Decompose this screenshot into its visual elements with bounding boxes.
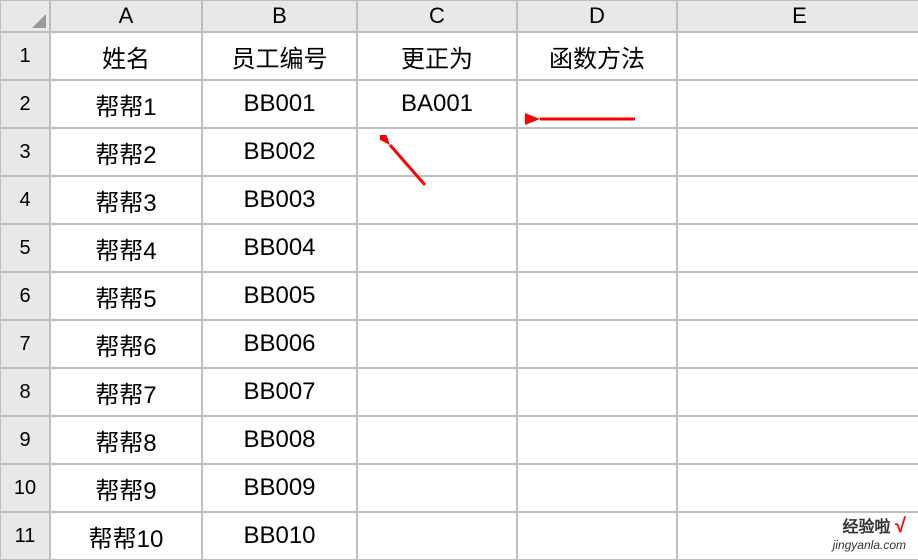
row-header-2[interactable]: 2 bbox=[0, 80, 50, 128]
cell-C2[interactable]: BA001 bbox=[357, 80, 517, 128]
watermark-url: jingyanla.com bbox=[833, 538, 906, 552]
cell-C6[interactable] bbox=[357, 272, 517, 320]
cell-D8[interactable] bbox=[517, 368, 677, 416]
cell-A8[interactable]: 帮帮7 bbox=[50, 368, 202, 416]
cell-C10[interactable] bbox=[357, 464, 517, 512]
cell-C9[interactable] bbox=[357, 416, 517, 464]
column-header-C[interactable]: C bbox=[357, 0, 517, 32]
cell-A7[interactable]: 帮帮6 bbox=[50, 320, 202, 368]
cell-A5[interactable]: 帮帮4 bbox=[50, 224, 202, 272]
cell-D4[interactable] bbox=[517, 176, 677, 224]
cell-B5[interactable]: BB004 bbox=[202, 224, 357, 272]
column-header-B[interactable]: B bbox=[202, 0, 357, 32]
watermark: 经验啦 √ jingyanla.com bbox=[833, 513, 906, 552]
row-header-3[interactable]: 3 bbox=[0, 128, 50, 176]
cell-B2[interactable]: BB001 bbox=[202, 80, 357, 128]
cell-A2[interactable]: 帮帮1 bbox=[50, 80, 202, 128]
cell-C4[interactable] bbox=[357, 176, 517, 224]
cell-A11[interactable]: 帮帮10 bbox=[50, 512, 202, 560]
cell-E2[interactable] bbox=[677, 80, 918, 128]
row-header-5[interactable]: 5 bbox=[0, 224, 50, 272]
cell-E3[interactable] bbox=[677, 128, 918, 176]
cell-A4[interactable]: 帮帮3 bbox=[50, 176, 202, 224]
cell-C8[interactable] bbox=[357, 368, 517, 416]
cell-E4[interactable] bbox=[677, 176, 918, 224]
row-header-8[interactable]: 8 bbox=[0, 368, 50, 416]
cell-B10[interactable]: BB009 bbox=[202, 464, 357, 512]
cell-B3[interactable]: BB002 bbox=[202, 128, 357, 176]
cell-E6[interactable] bbox=[677, 272, 918, 320]
row-header-9[interactable]: 9 bbox=[0, 416, 50, 464]
cell-B9[interactable]: BB008 bbox=[202, 416, 357, 464]
column-header-D[interactable]: D bbox=[517, 0, 677, 32]
row-header-6[interactable]: 6 bbox=[0, 272, 50, 320]
cell-A9[interactable]: 帮帮8 bbox=[50, 416, 202, 464]
cell-B8[interactable]: BB007 bbox=[202, 368, 357, 416]
corner-triangle-icon bbox=[32, 14, 46, 28]
row-header-7[interactable]: 7 bbox=[0, 320, 50, 368]
cell-D1[interactable]: 函数方法 bbox=[517, 32, 677, 80]
cell-D7[interactable] bbox=[517, 320, 677, 368]
cell-B6[interactable]: BB005 bbox=[202, 272, 357, 320]
cell-A10[interactable]: 帮帮9 bbox=[50, 464, 202, 512]
cell-D6[interactable] bbox=[517, 272, 677, 320]
cell-D3[interactable] bbox=[517, 128, 677, 176]
cell-D5[interactable] bbox=[517, 224, 677, 272]
cell-E5[interactable] bbox=[677, 224, 918, 272]
cell-B4[interactable]: BB003 bbox=[202, 176, 357, 224]
cell-C7[interactable] bbox=[357, 320, 517, 368]
cell-E1[interactable] bbox=[677, 32, 918, 80]
cell-D11[interactable] bbox=[517, 512, 677, 560]
cell-E7[interactable] bbox=[677, 320, 918, 368]
row-header-1[interactable]: 1 bbox=[0, 32, 50, 80]
cell-D10[interactable] bbox=[517, 464, 677, 512]
cell-C5[interactable] bbox=[357, 224, 517, 272]
cell-B7[interactable]: BB006 bbox=[202, 320, 357, 368]
watermark-title: 经验啦 √ bbox=[833, 513, 906, 538]
cell-D9[interactable] bbox=[517, 416, 677, 464]
cell-A1[interactable]: 姓名 bbox=[50, 32, 202, 80]
cell-E9[interactable] bbox=[677, 416, 918, 464]
row-header-10[interactable]: 10 bbox=[0, 464, 50, 512]
cell-B1[interactable]: 员工编号 bbox=[202, 32, 357, 80]
cell-C3[interactable] bbox=[357, 128, 517, 176]
spreadsheet-grid: A B C D E 1 姓名 员工编号 更正为 函数方法 2 帮帮1 BB001… bbox=[0, 0, 918, 560]
column-header-E[interactable]: E bbox=[677, 0, 918, 32]
cell-C11[interactable] bbox=[357, 512, 517, 560]
cell-E8[interactable] bbox=[677, 368, 918, 416]
cell-B11[interactable]: BB010 bbox=[202, 512, 357, 560]
cell-E10[interactable] bbox=[677, 464, 918, 512]
cell-A3[interactable]: 帮帮2 bbox=[50, 128, 202, 176]
row-header-11[interactable]: 11 bbox=[0, 512, 50, 560]
checkmark-icon: √ bbox=[895, 515, 906, 537]
cell-D2[interactable] bbox=[517, 80, 677, 128]
select-all-corner[interactable] bbox=[0, 0, 50, 32]
cell-C1[interactable]: 更正为 bbox=[357, 32, 517, 80]
cell-A6[interactable]: 帮帮5 bbox=[50, 272, 202, 320]
row-header-4[interactable]: 4 bbox=[0, 176, 50, 224]
column-header-A[interactable]: A bbox=[50, 0, 202, 32]
